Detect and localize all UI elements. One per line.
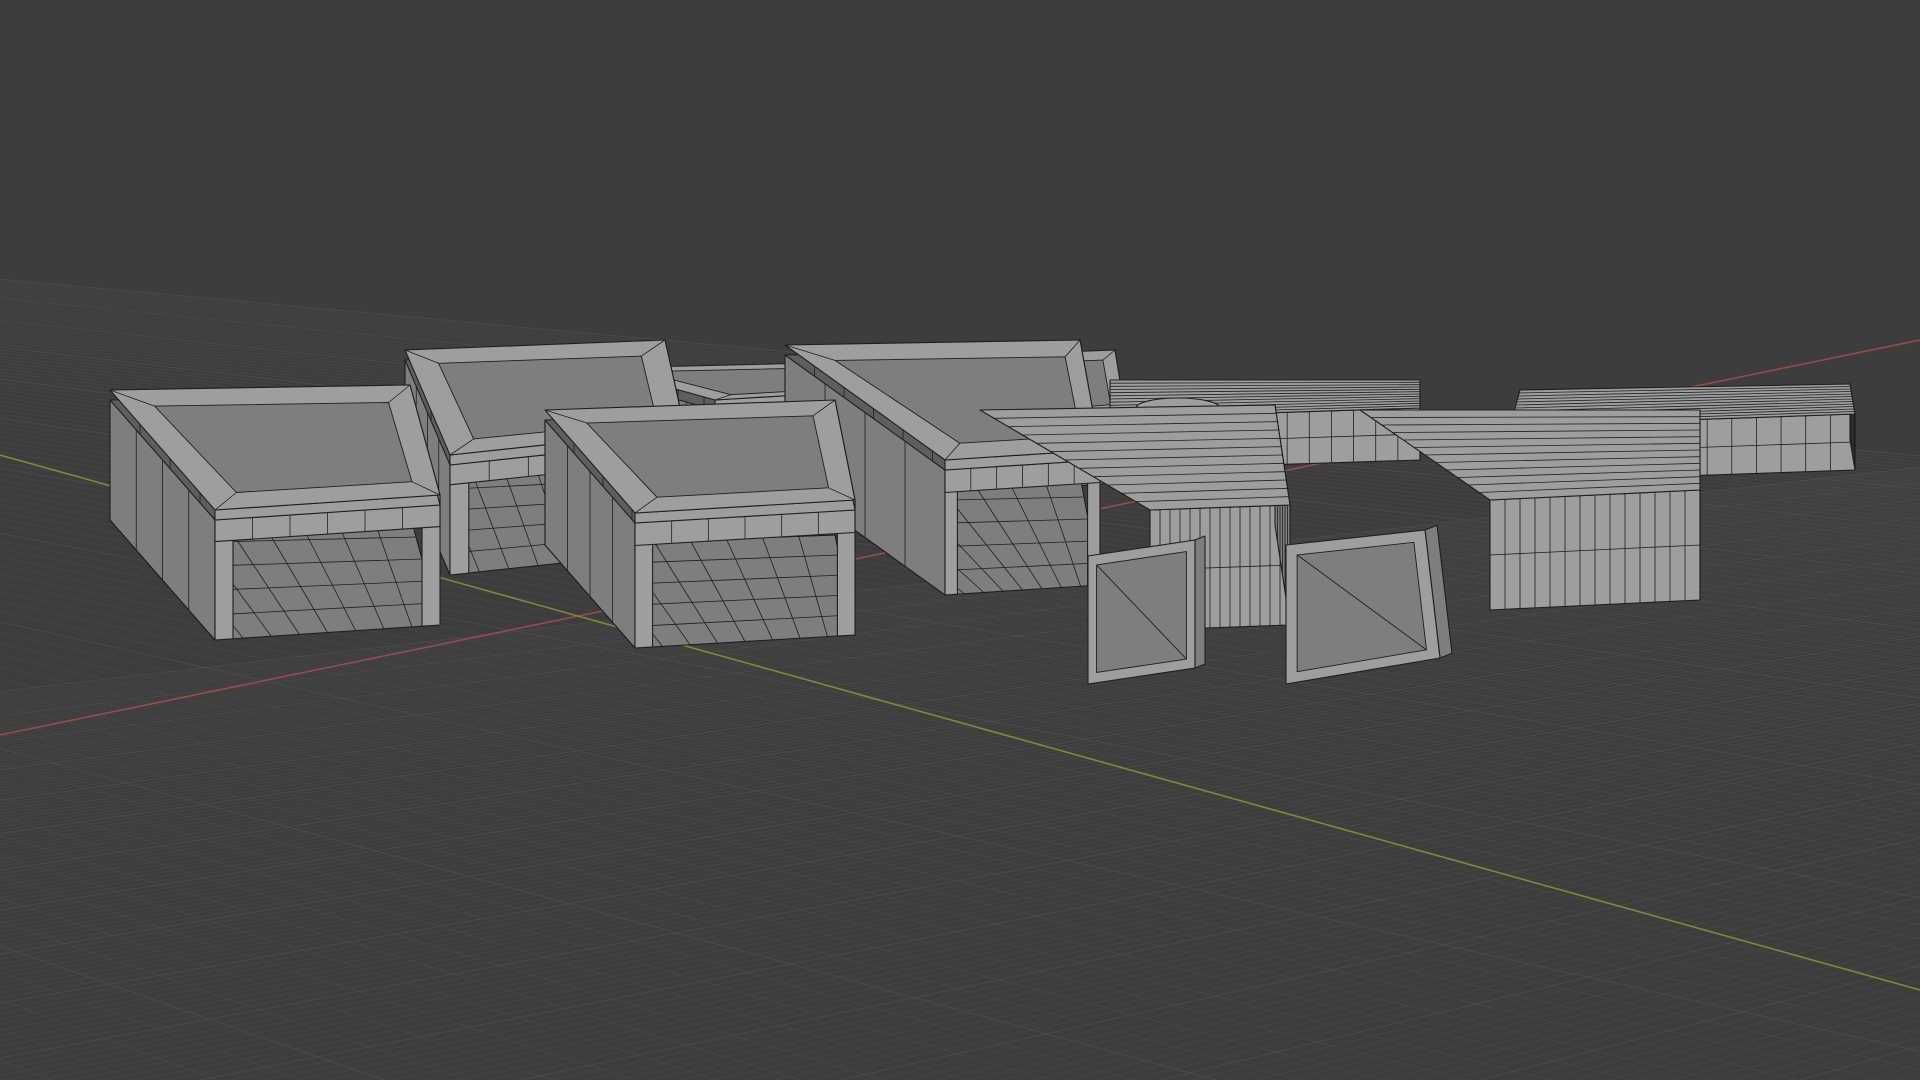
door-panel-right[interactable]	[1285, 524, 1453, 685]
door-panel-left[interactable]	[1087, 535, 1206, 685]
viewport-canvas[interactable]	[0, 0, 1920, 1080]
3d-viewport[interactable]	[0, 0, 1920, 1080]
